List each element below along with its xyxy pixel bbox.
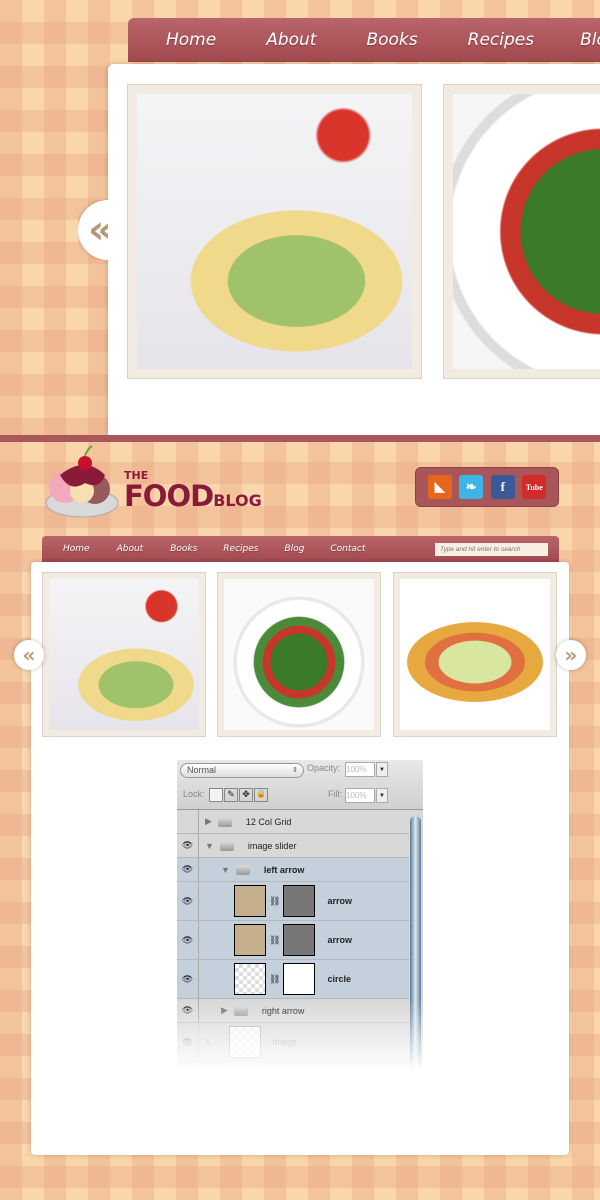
social-links: ◣ ❧ f Tube	[415, 467, 559, 507]
salad-photo	[137, 94, 412, 369]
link-icon: ⛓	[269, 895, 281, 906]
chevron-left-icon: «	[22, 643, 36, 667]
search-input[interactable]	[435, 542, 548, 556]
lock-move-icon[interactable]: ✥	[239, 788, 253, 802]
main-nav: Home About Books Recipes Blog Contact	[42, 536, 559, 562]
nav-about[interactable]: About	[117, 544, 144, 554]
slide-2[interactable]	[217, 572, 381, 737]
nav-blog[interactable]: Blog	[284, 544, 304, 554]
top-slide-2[interactable]	[443, 84, 600, 379]
logo-blog: BLOG	[213, 491, 262, 510]
folder-icon	[235, 864, 250, 875]
ice-cream-bowl-icon	[45, 445, 119, 518]
expand-triangle-icon[interactable]: ▶	[205, 816, 212, 827]
visibility-toggle[interactable]	[177, 810, 199, 833]
nav-books[interactable]: Books	[170, 544, 197, 554]
next-arrow-button[interactable]: »	[556, 640, 586, 670]
link-icon: ⛓	[269, 973, 281, 984]
slide-1[interactable]	[42, 572, 206, 737]
nav-contact[interactable]: Contact	[330, 544, 365, 554]
layer-row[interactable]: 👁 ▼ left arrow	[177, 858, 409, 882]
layer-mask-thumbnail	[283, 924, 316, 956]
layers-panel: Normal⇕ Opacity: ▼ Lock: ✎ ✥ 🔒 Fill: ▼ ▶…	[177, 760, 423, 1070]
layer-row[interactable]: 👁 ⛓ circle	[177, 960, 409, 999]
rss-icon[interactable]: ◣	[427, 475, 452, 499]
visibility-eye-icon[interactable]: 👁	[177, 834, 199, 857]
top-nav-blog[interactable]: Blog	[580, 30, 600, 50]
layer-name: circle	[327, 974, 351, 984]
visibility-eye-icon[interactable]: 👁	[177, 882, 199, 920]
nav-recipes[interactable]: Recipes	[223, 544, 258, 554]
slide-3[interactable]	[393, 572, 557, 737]
nav-home[interactable]: Home	[63, 544, 90, 554]
layer-row[interactable]: 👁 ⛓ arrow	[177, 882, 409, 921]
lock-all-icon[interactable]: 🔒	[254, 788, 268, 802]
lock-brush-icon[interactable]: ✎	[224, 788, 238, 802]
lock-label: Lock:	[183, 789, 205, 799]
layer-name: arrow	[327, 935, 352, 945]
layer-name: left arrow	[263, 864, 305, 875]
layer-row[interactable]: ▶ 12 Col Grid	[177, 810, 409, 834]
layer-mask-thumbnail	[283, 963, 316, 995]
opacity-input[interactable]	[345, 762, 375, 777]
expand-triangle-icon[interactable]: ▼	[221, 865, 230, 875]
layer-name: image slider	[247, 840, 297, 851]
opacity-dropdown[interactable]: ▼	[376, 762, 388, 777]
opacity-label: Opacity:	[307, 763, 341, 773]
link-icon: ⛓	[269, 934, 281, 945]
layer-name: arrow	[327, 896, 352, 906]
greek-salad-photo	[453, 94, 600, 369]
folder-icon	[219, 840, 234, 851]
logo: THE FOODBLOG	[40, 445, 280, 525]
layer-name: 12 Col Grid	[245, 816, 292, 827]
tostada-photo	[400, 579, 550, 730]
top-nav: Home About Books Recipes Blog	[128, 18, 600, 62]
layer-thumbnail	[234, 924, 266, 956]
top-nav-about[interactable]: About	[266, 30, 316, 50]
layer-row[interactable]: 👁 ⛓ arrow	[177, 921, 409, 960]
greek-salad-photo	[224, 579, 374, 730]
top-slide-1[interactable]	[127, 84, 422, 379]
folder-icon	[217, 816, 232, 827]
layer-thumbnail	[234, 963, 266, 995]
layer-thumbnail	[234, 885, 266, 917]
prev-arrow-button[interactable]: «	[14, 640, 44, 670]
expand-triangle-icon[interactable]: ▼	[205, 841, 214, 851]
top-nav-recipes[interactable]: Recipes	[468, 30, 534, 50]
layer-mask-thumbnail	[283, 885, 316, 917]
blend-mode-select[interactable]: Normal ⇕	[180, 763, 304, 778]
lock-transparency-icon[interactable]	[209, 788, 223, 802]
fill-dropdown[interactable]: ▼	[376, 788, 388, 803]
visibility-eye-icon[interactable]: 👁	[177, 960, 199, 998]
youtube-icon[interactable]: Tube	[522, 475, 547, 499]
twitter-icon[interactable]: ❧	[459, 475, 484, 499]
salad-photo	[49, 579, 199, 730]
section-divider	[0, 435, 600, 442]
top-nav-home[interactable]: Home	[166, 30, 216, 50]
fill-label: Fill:	[328, 789, 342, 799]
top-nav-books[interactable]: Books	[366, 30, 417, 50]
layer-row[interactable]: 👁 ▼ image slider	[177, 834, 409, 858]
chevron-right-icon: »	[564, 643, 578, 667]
facebook-icon[interactable]: f	[490, 475, 515, 499]
visibility-eye-icon[interactable]: 👁	[177, 921, 199, 959]
fill-input[interactable]	[345, 788, 375, 803]
logo-food: FOOD	[124, 479, 214, 513]
visibility-eye-icon[interactable]: 👁	[177, 858, 199, 881]
